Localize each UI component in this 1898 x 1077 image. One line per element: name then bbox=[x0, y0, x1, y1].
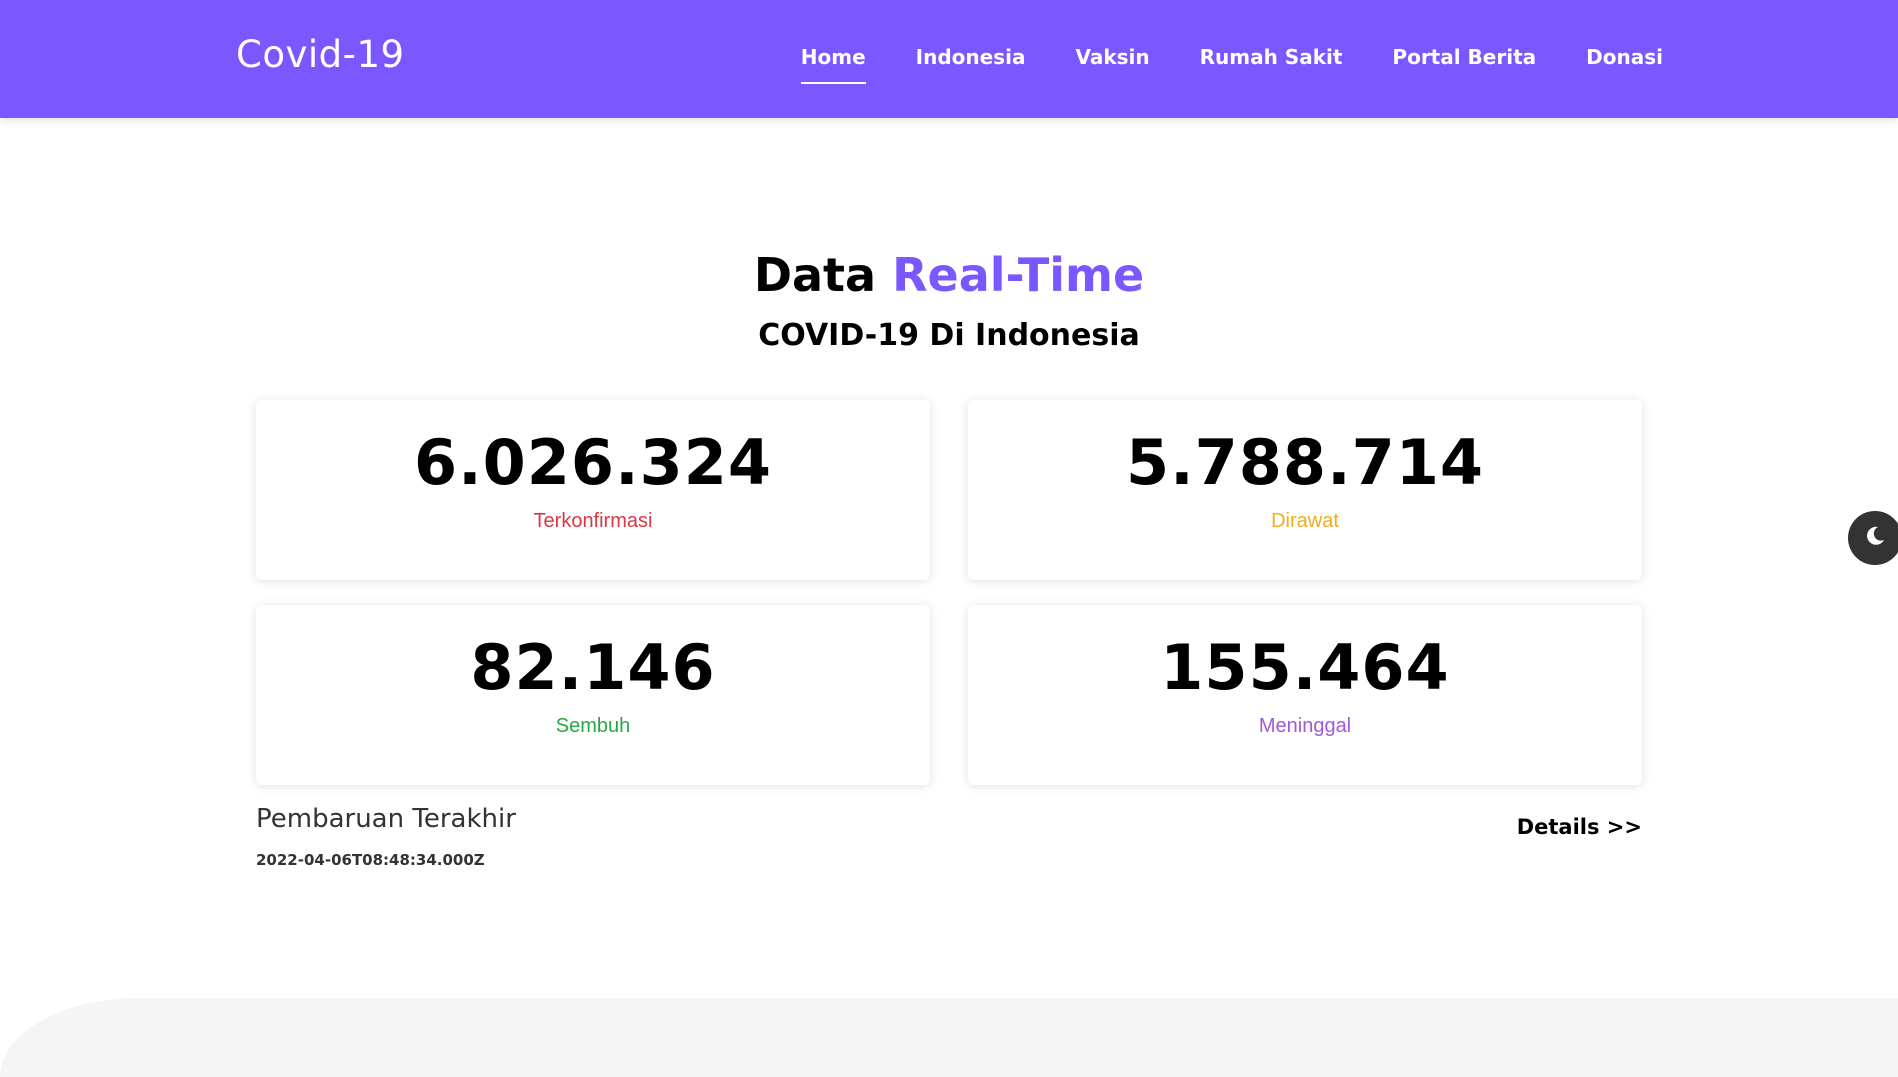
stat-card-recovered: 82.146 Sembuh bbox=[256, 605, 930, 785]
details-link[interactable]: Details >> bbox=[1517, 815, 1642, 839]
title-accent: Real-Time bbox=[892, 248, 1145, 302]
nav-item-home[interactable]: Home bbox=[800, 45, 866, 84]
stat-value: 155.464 bbox=[1160, 631, 1450, 704]
stat-label: Sembuh bbox=[555, 715, 631, 737]
nav-item-indonesia[interactable]: Indonesia bbox=[916, 45, 1026, 75]
stat-label: Terkonfirmasi bbox=[533, 510, 653, 532]
navbar: Covid-19 Home Indonesia Vaksin Rumah Sak… bbox=[0, 0, 1898, 118]
stat-label: Meninggal bbox=[1258, 715, 1352, 737]
nav-item-vaksin[interactable]: Vaksin bbox=[1075, 45, 1149, 75]
stat-label: Dirawat bbox=[1271, 510, 1339, 532]
title-prefix: Data bbox=[753, 248, 877, 302]
theme-toggle-button[interactable] bbox=[1848, 511, 1898, 565]
nav-item-donasi[interactable]: Donasi bbox=[1586, 45, 1663, 75]
stat-card-deaths: 155.464 Meninggal bbox=[968, 605, 1642, 785]
stat-value: 6.026.324 bbox=[413, 426, 773, 499]
page-subtitle: COVID-19 Di Indonesia bbox=[758, 318, 1140, 353]
stat-card-treated: 5.788.714 Dirawat bbox=[968, 400, 1642, 580]
moon-icon bbox=[1863, 524, 1887, 552]
brand-logo[interactable]: Covid-19 bbox=[236, 33, 405, 76]
stat-card-confirmed: 6.026.324 Terkonfirmasi bbox=[256, 400, 930, 580]
nav-item-portal-berita[interactable]: Portal Berita bbox=[1392, 45, 1536, 75]
last-update-timestamp: 2022-04-06T08:48:34.000Z bbox=[256, 851, 485, 869]
last-update-title: Pembaruan Terakhir bbox=[256, 804, 516, 834]
nav-menu: Home Indonesia Vaksin Rumah Sakit Portal… bbox=[751, 45, 1663, 84]
nav-item-rumah-sakit[interactable]: Rumah Sakit bbox=[1200, 45, 1343, 75]
section-divider bbox=[0, 998, 1898, 1077]
stat-value: 82.146 bbox=[470, 631, 716, 704]
stat-value: 5.788.714 bbox=[1125, 426, 1485, 499]
page-title: Data Real-Time bbox=[0, 248, 1898, 302]
